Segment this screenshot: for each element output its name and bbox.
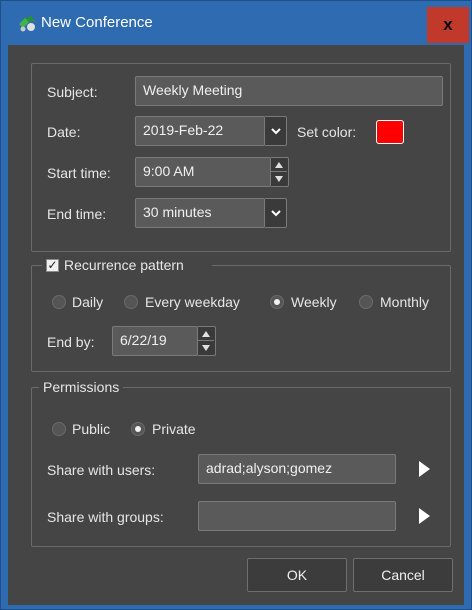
end-time-dropdown[interactable]: 30 minutes: [135, 198, 265, 228]
end-by-spinner[interactable]: [198, 326, 216, 356]
permissions-legend: Permissions: [39, 379, 124, 395]
conference-app-icon: [19, 16, 35, 32]
share-users-label: Share with users:: [47, 462, 156, 478]
start-time-input[interactable]: 9:00 AM: [135, 157, 271, 187]
cancel-button[interactable]: Cancel: [353, 558, 453, 592]
share-users-triangle-right-icon[interactable]: [414, 456, 434, 482]
close-button[interactable]: x: [427, 7, 469, 43]
end-by-label: End by:: [47, 334, 95, 350]
radio-every-weekday[interactable]: [124, 295, 138, 309]
share-users-input[interactable]: adrad;alyson;gomez: [198, 454, 396, 484]
radio-daily[interactable]: [52, 295, 66, 309]
chevron-down-icon[interactable]: [265, 198, 287, 228]
radio-weekly[interactable]: [270, 295, 284, 309]
triangle-up-icon[interactable]: [271, 158, 287, 172]
radio-every-weekday-label: Every weekday: [145, 294, 240, 310]
subject-input[interactable]: Weekly Meeting: [135, 76, 443, 106]
radio-public[interactable]: [52, 422, 66, 436]
triangle-up-icon[interactable]: [198, 327, 214, 341]
radio-monthly[interactable]: [359, 295, 373, 309]
triangle-down-icon[interactable]: [271, 172, 287, 186]
start-time-spinner[interactable]: [271, 157, 289, 187]
dialog-window: New Conference x Subject: Weekly Meeting…: [0, 0, 472, 610]
title-bar[interactable]: New Conference x: [1, 1, 471, 45]
chevron-down-icon[interactable]: [265, 116, 287, 146]
recurrence-group: [31, 265, 451, 372]
end-by-input[interactable]: 6/22/19: [112, 326, 198, 356]
date-dropdown[interactable]: 2019-Feb-22: [135, 116, 265, 146]
triangle-down-icon[interactable]: [198, 341, 214, 355]
share-groups-triangle-right-icon[interactable]: [414, 503, 434, 529]
date-label: Date:: [47, 124, 81, 140]
recurrence-checkbox[interactable]: ✓: [46, 259, 59, 272]
start-time-label: Start time:: [47, 165, 111, 181]
radio-public-label: Public: [72, 421, 111, 437]
radio-private[interactable]: [131, 422, 145, 436]
radio-monthly-label: Monthly: [380, 294, 430, 310]
radio-weekly-label: Weekly: [291, 294, 337, 310]
set-color-button[interactable]: [376, 120, 404, 144]
share-groups-label: Share with groups:: [47, 509, 164, 525]
subject-label: Subject:: [47, 84, 98, 100]
radio-daily-label: Daily: [72, 294, 104, 310]
ok-button[interactable]: OK: [247, 558, 347, 592]
end-time-label: End time:: [47, 206, 107, 222]
radio-private-label: Private: [152, 421, 196, 437]
recurrence-label: Recurrence pattern: [64, 257, 184, 273]
set-color-label: Set color:: [297, 124, 357, 140]
dialog-body: Subject: Weekly Meeting Date: 2019-Feb-2…: [8, 45, 464, 605]
share-groups-input[interactable]: [198, 501, 396, 531]
dialog-title: New Conference: [41, 14, 153, 31]
